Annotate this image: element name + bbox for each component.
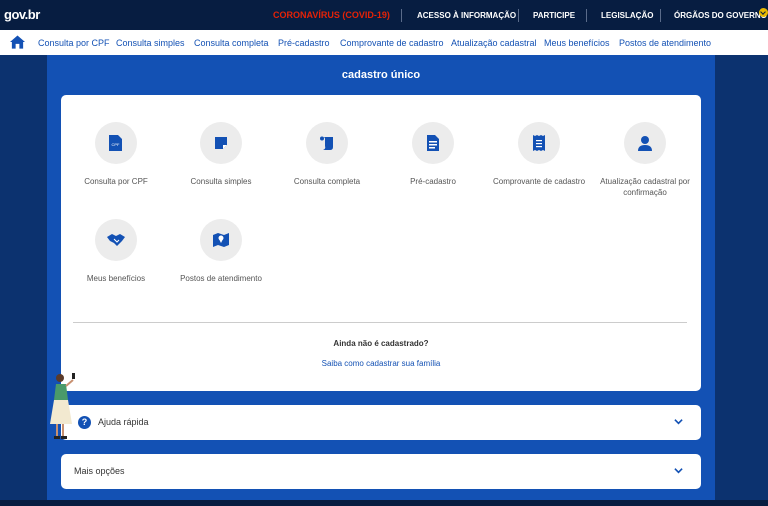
- more-options-label: Mais opções: [74, 466, 125, 476]
- not-registered-heading: Ainda não é cadastrado?: [333, 339, 429, 348]
- tile-label: Consulta por CPF: [84, 177, 148, 186]
- tile-label: Pré-cadastro: [410, 177, 456, 186]
- more-options-panel[interactable]: Mais opções: [61, 454, 701, 489]
- svg-text:CPF: CPF: [112, 142, 121, 147]
- learn-how-link[interactable]: Saiba como cadastrar sua família: [61, 359, 701, 368]
- services-card: CPF Consulta por CPF Consulta simples Co…: [61, 95, 701, 391]
- govbr-logo[interactable]: gov.br: [4, 7, 40, 22]
- handshake-icon: [95, 219, 137, 261]
- chevron-down-icon[interactable]: [674, 466, 683, 475]
- tile-consulta-cpf[interactable]: CPF Consulta por CPF: [61, 122, 171, 187]
- nav-postos[interactable]: Postos de atendimento: [619, 38, 711, 48]
- tile-label: Postos de atendimento: [180, 274, 262, 283]
- cpf-document-icon: CPF: [95, 122, 137, 164]
- question-icon: ?: [78, 416, 91, 429]
- tile-label: Meus benefícios: [86, 274, 146, 283]
- nav-consulta-simples[interactable]: Consulta simples: [116, 38, 185, 48]
- tile-label: Comprovante de cadastro: [492, 177, 586, 186]
- form-icon: [412, 122, 454, 164]
- page-title: cadastro único: [341, 69, 421, 81]
- separator: [660, 9, 661, 22]
- separator: [401, 9, 402, 22]
- top-link-acesso[interactable]: ACESSO À INFORMAÇÃO: [417, 11, 516, 20]
- user-icon: [624, 122, 666, 164]
- tile-label: Consulta completa: [293, 177, 361, 186]
- tile-comprovante[interactable]: Comprovante de cadastro: [484, 122, 594, 187]
- top-link-legislacao[interactable]: LEGISLAÇÃO: [601, 11, 653, 20]
- person-illustration: [50, 373, 75, 439]
- bottom-strip: [0, 500, 768, 506]
- divider: [73, 322, 687, 323]
- nav-beneficios[interactable]: Meus benefícios: [544, 38, 610, 48]
- tile-atualizacao[interactable]: Atualização cadastral por confirmação: [590, 122, 700, 198]
- scroll-icon: [306, 122, 348, 164]
- tile-label: Consulta simples: [190, 177, 252, 186]
- note-icon: [200, 122, 242, 164]
- receipt-icon: [518, 122, 560, 164]
- top-link-orgaos[interactable]: ÓRGÃOS DO GOVERNO: [674, 11, 767, 20]
- tile-consulta-completa[interactable]: Consulta completa: [272, 122, 382, 187]
- nav-consulta-completa[interactable]: Consulta completa: [194, 38, 269, 48]
- nav-comprovante[interactable]: Comprovante de cadastro: [340, 38, 444, 48]
- quick-help-panel[interactable]: ? Ajuda rápida: [61, 405, 701, 440]
- covid-link[interactable]: CORONAVÍRUS (COVID-19): [273, 10, 390, 20]
- home-icon[interactable]: [10, 35, 25, 49]
- nav-consulta-cpf[interactable]: Consulta por CPF: [38, 38, 110, 48]
- tile-label: Atualização cadastral por confirmação: [600, 177, 690, 197]
- map-pin-icon: [200, 219, 242, 261]
- quick-help-label: Ajuda rápida: [98, 417, 149, 427]
- nav-bar: Consulta por CPF Consulta simples Consul…: [0, 30, 768, 55]
- tile-consulta-simples[interactable]: Consulta simples: [166, 122, 276, 187]
- separator: [586, 9, 587, 22]
- top-bar: gov.br CORONAVÍRUS (COVID-19) ACESSO À I…: [0, 0, 768, 30]
- nav-pre-cadastro[interactable]: Pré-cadastro: [278, 38, 330, 48]
- chevron-down-icon[interactable]: [759, 8, 768, 17]
- tile-postos[interactable]: Postos de atendimento: [166, 219, 276, 284]
- tile-meus-beneficios[interactable]: Meus benefícios: [61, 219, 171, 284]
- top-link-participe[interactable]: PARTICIPE: [533, 11, 575, 20]
- tile-pre-cadastro[interactable]: Pré-cadastro: [378, 122, 488, 187]
- chevron-down-icon[interactable]: [674, 417, 683, 426]
- nav-atualizacao[interactable]: Atualização cadastral: [451, 38, 537, 48]
- separator: [518, 9, 519, 22]
